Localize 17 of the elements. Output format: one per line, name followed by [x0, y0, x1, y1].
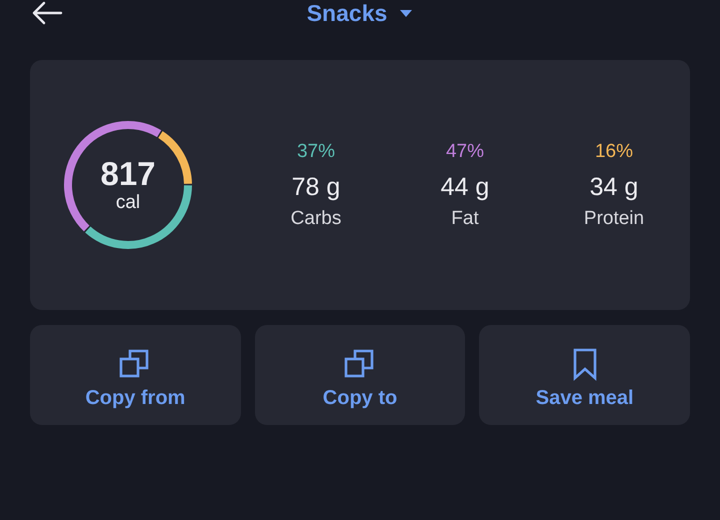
save-meal-button[interactable]: Save meal [479, 325, 690, 425]
macro-percent: 37% [296, 140, 336, 164]
copy-button[interactable]: Copy to [254, 325, 466, 425]
calorie-count: 817 [100, 156, 156, 192]
macro-name: Protein [584, 208, 644, 230]
meal-selector[interactable]: Snacks [306, 0, 414, 26]
macro-percent: 47% [446, 140, 484, 164]
back-icon[interactable] [31, 1, 63, 25]
macro-amount: 44 g [440, 172, 490, 202]
macro-amount: 34 g [590, 172, 638, 202]
caret-icon [399, 8, 414, 18]
macro-percent: 16% [594, 140, 634, 164]
macro-name: Fat [451, 208, 479, 230]
calorie-unit: cal [116, 192, 140, 214]
copy-button[interactable]: Copy from [30, 325, 241, 425]
macro-amount: 78 g [292, 172, 340, 202]
macro-name: Carbs [290, 208, 342, 230]
